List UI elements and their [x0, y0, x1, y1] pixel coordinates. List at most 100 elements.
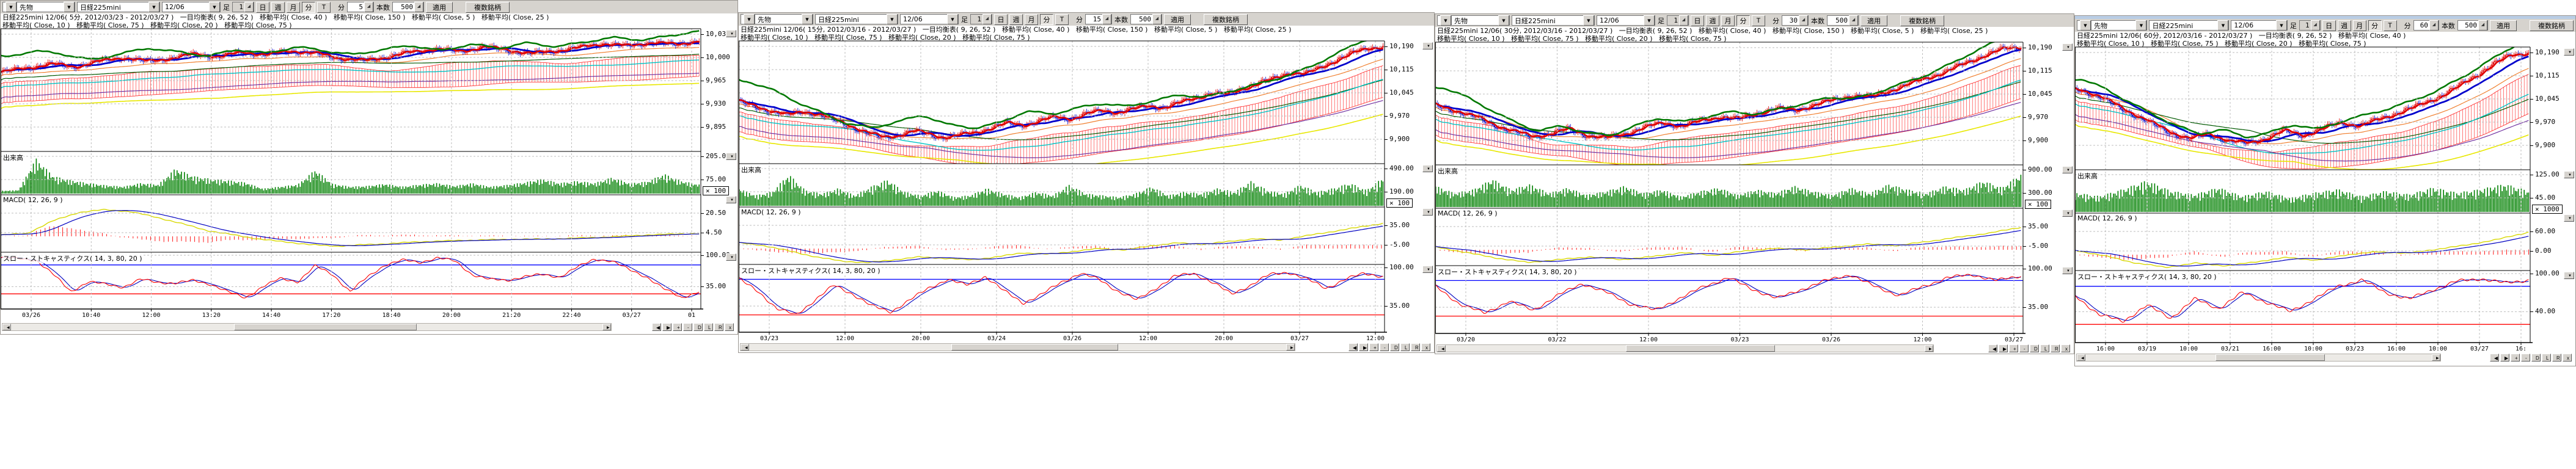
chart-nav-button[interactable]: ▶: [1359, 343, 1368, 351]
chart-nav-button[interactable]: ◀: [2490, 354, 2499, 362]
chart-nav-button[interactable]: R: [1411, 343, 1420, 351]
chart-nav-button[interactable]: L: [2040, 344, 2049, 352]
scrollbar-thumb[interactable]: [2216, 354, 2325, 361]
scroll-right-button[interactable]: ▶: [1925, 345, 1933, 352]
volume-multiplier-badge: × 1000: [2532, 205, 2563, 214]
scrollbar-thumb[interactable]: [234, 324, 417, 330]
chart-nav-button[interactable]: ▶: [662, 323, 671, 331]
axis-collapse-button[interactable]: ▼: [726, 153, 736, 160]
price-axis-label: 9,900: [1389, 135, 1410, 143]
time-axis-label: 20:00: [442, 312, 461, 319]
axis-collapse-button[interactable]: ▼: [2564, 214, 2574, 222]
time-axis-label: 03/19: [2138, 346, 2156, 352]
axis-collapse-button[interactable]: ▼: [2062, 267, 2073, 274]
time-axis-label: 21:20: [502, 312, 521, 319]
chart-nav-button[interactable]: x: [725, 323, 734, 331]
time-axis-label: 22:40: [562, 312, 580, 319]
chart-nav-button[interactable]: +: [2511, 354, 2520, 362]
price-axis-label: 10,045: [1389, 89, 1414, 96]
axis-collapse-button[interactable]: ▼: [726, 30, 736, 37]
chart-nav-button[interactable]: D: [1390, 343, 1399, 351]
axis-collapse-button[interactable]: ▼: [2564, 171, 2574, 178]
scroll-left-button[interactable]: ◀: [2, 324, 11, 330]
chart-nav-button[interactable]: +: [673, 323, 682, 331]
axis-collapse-button[interactable]: ▼: [2062, 166, 2073, 173]
horizontal-scrollbar[interactable]: ◀▶: [2076, 354, 2441, 362]
chart-nav-button[interactable]: ◀: [1988, 344, 1997, 352]
axis-collapse-button[interactable]: ▼: [726, 196, 736, 203]
price-axis-label: 10,190: [1389, 42, 1414, 50]
axis-collapse-button[interactable]: ▼: [1422, 165, 1433, 172]
time-axis-label: 20:00: [912, 335, 930, 342]
axis-tick: [2023, 94, 2026, 95]
axis-collapse-button[interactable]: ▼: [2062, 43, 2073, 51]
axis-collapse-button[interactable]: ▼: [2564, 272, 2574, 279]
scroll-left-button[interactable]: ◀: [2077, 354, 2085, 361]
time-axis-label: 03/26: [1063, 335, 1081, 342]
axis-tick: [2023, 307, 2026, 308]
scroll-right-button[interactable]: ▶: [1286, 344, 1295, 351]
axis-tick: [1385, 225, 1388, 226]
chart-nav-button[interactable]: R: [2051, 344, 2060, 352]
axis-tick: [2530, 122, 2533, 123]
macd-axis-label: 20.50: [706, 209, 726, 217]
macd-pane-label: MACD( 12, 26, 9 ): [741, 208, 802, 216]
price-axis-label: 9,895: [706, 123, 726, 131]
chart-nav-button[interactable]: x: [1421, 343, 1430, 351]
time-axis-label: 03/23: [760, 335, 778, 342]
chart-nav-button[interactable]: L: [1400, 343, 1410, 351]
axis-tick: [2530, 311, 2533, 312]
time-axis-label: 20:00: [1215, 335, 1233, 342]
scroll-left-button[interactable]: ◀: [741, 344, 749, 351]
chart-nav-button[interactable]: L: [704, 323, 713, 331]
axis-collapse-button[interactable]: ▼: [726, 253, 736, 261]
stoch-pane-label: スロー・ストキャスティクス( 14, 3, 80, 20 ): [741, 266, 881, 275]
axis-collapse-button[interactable]: ▼: [2062, 209, 2073, 217]
chart-nav-button[interactable]: ◀: [652, 323, 661, 331]
time-axis-label: 03/23: [1730, 336, 1749, 343]
chart-nav-button[interactable]: -: [1380, 343, 1389, 351]
axis-collapse-button[interactable]: ▼: [1422, 42, 1433, 49]
chart-nav-button[interactable]: -: [2019, 344, 2029, 352]
scroll-right-button[interactable]: ▶: [2432, 354, 2440, 361]
chart-nav-button[interactable]: +: [2009, 344, 2018, 352]
chart-nav-button[interactable]: R: [2552, 354, 2561, 362]
scrollbar-thumb[interactable]: [951, 344, 1118, 351]
chart-nav-button[interactable]: L: [2542, 354, 2551, 362]
chart-window-15min: ▼先物▼日経225mini▼12/06▼足1◢日週月分T分15◢本数500◢適用…: [738, 12, 1435, 353]
time-axis-label: 03/27: [623, 312, 641, 319]
time-axis-label: 16:00: [2387, 346, 2406, 352]
chart-nav-button[interactable]: ▶: [2500, 354, 2509, 362]
volume-pane-label: 出来高: [741, 165, 762, 175]
horizontal-scrollbar[interactable]: ◀▶: [1436, 344, 1934, 352]
chart-nav-button[interactable]: ◀: [1348, 343, 1358, 351]
scroll-right-button[interactable]: ▶: [602, 324, 611, 330]
chart-nav-button[interactable]: +: [1369, 343, 1378, 351]
chart-nav-button[interactable]: x: [2061, 344, 2070, 352]
axis-collapse-button[interactable]: ▼: [1422, 208, 1433, 216]
chart-nav-button[interactable]: ▶: [1999, 344, 2008, 352]
scrollbar-thumb[interactable]: [1626, 345, 1775, 352]
price-axis-label: 10,190: [2535, 48, 2560, 56]
horizontal-scrollbar[interactable]: ◀▶: [2, 323, 612, 331]
time-axis-label: 01: [688, 312, 695, 319]
chart-nav-button[interactable]: x: [2563, 354, 2572, 362]
axis-tick: [701, 156, 704, 157]
chart-nav-button[interactable]: D: [2531, 354, 2541, 362]
chart-nav-button[interactable]: -: [683, 323, 692, 331]
chart-nav-button[interactable]: R: [714, 323, 723, 331]
chart-nav-button[interactable]: -: [2521, 354, 2530, 362]
price-axis-label: 9,965: [706, 76, 726, 84]
chart-nav-button[interactable]: D: [693, 323, 703, 331]
time-axis-label: 12:00: [1639, 336, 1658, 343]
macd-axis-label: -5.00: [2028, 242, 2048, 250]
horizontal-scrollbar[interactable]: ◀▶: [740, 343, 1295, 351]
scroll-left-button[interactable]: ◀: [1437, 345, 1446, 352]
volume-multiplier-badge: × 100: [2025, 200, 2051, 209]
axis-collapse-button[interactable]: ▼: [2564, 48, 2574, 56]
axis-collapse-button[interactable]: ▼: [1422, 266, 1433, 273]
price-axis-label: 10,190: [2028, 43, 2052, 51]
price-axis-label: 10,045: [2535, 95, 2560, 103]
chart-nav-button[interactable]: D: [2030, 344, 2039, 352]
time-axis-label: 16:: [2516, 346, 2527, 352]
